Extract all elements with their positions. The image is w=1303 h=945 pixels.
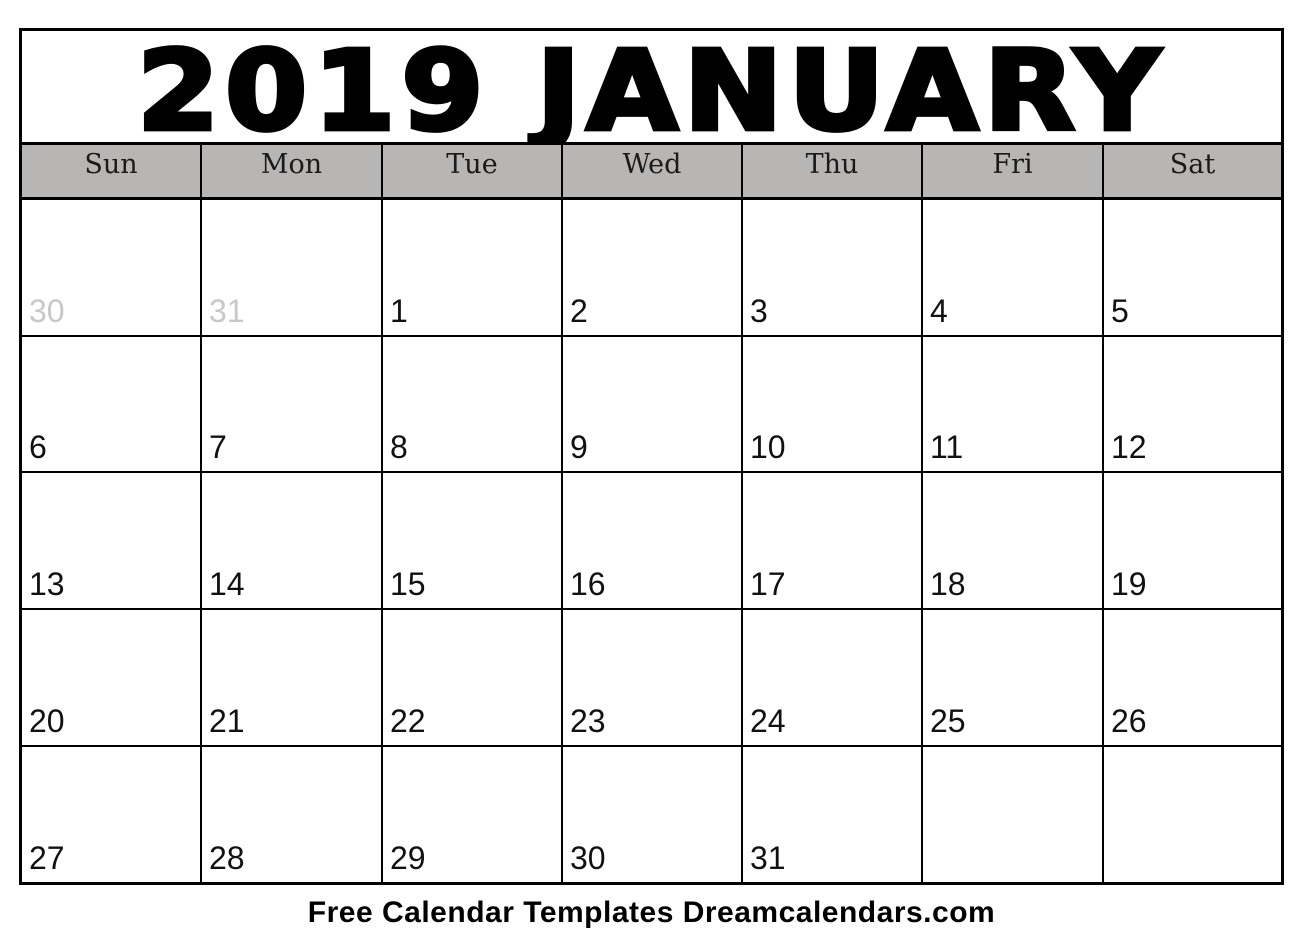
day-number: 23 [570, 703, 606, 739]
day-cell: 29 [383, 747, 563, 882]
day-number: 1 [390, 293, 408, 329]
day-number: 21 [209, 703, 245, 739]
day-cell: 5 [1104, 200, 1281, 337]
day-cell: 30 [22, 200, 202, 337]
day-cell: 15 [383, 473, 563, 610]
day-cell: 19 [1104, 473, 1281, 610]
day-number: 9 [570, 429, 588, 465]
day-number: 15 [390, 566, 426, 602]
day-cell: 30 [563, 747, 743, 882]
calendar-title: 2019 JANUARY [22, 26, 1281, 155]
day-number: 19 [1111, 566, 1147, 602]
day-number: 22 [390, 703, 426, 739]
day-number: 27 [29, 840, 65, 876]
weekday-sun: Sun [22, 145, 202, 197]
day-cell: 28 [202, 747, 383, 882]
weekday-thu: Thu [743, 145, 923, 197]
day-cell: 24 [743, 610, 923, 747]
day-number: 7 [209, 429, 227, 465]
day-number: 11 [930, 429, 964, 465]
day-cell: 31 [202, 200, 383, 337]
day-number: 6 [29, 429, 47, 465]
day-number: 12 [1111, 429, 1147, 465]
day-cell: 21 [202, 610, 383, 747]
weekday-sat: Sat [1169, 149, 1216, 180]
calendar-frame: 2019 JANUARY Sun Mon Tue Wed Thu Fri Sat 30 31 1… [19, 28, 1284, 885]
day-number: 8 [390, 429, 408, 465]
footer-credit: Free Calendar Templates Dreamcalendars.c… [307, 896, 996, 929]
day-number: 31 [750, 840, 786, 876]
weekday-wed: Wed [563, 145, 743, 197]
weekday-header: Sun Mon Tue Wed Thu Fri Sat [22, 142, 1281, 200]
outside-month-day-number: 30 [29, 293, 65, 329]
day-number: 16 [570, 566, 606, 602]
day-cell: 11 [923, 337, 1104, 473]
day-cell: 6 [22, 337, 202, 473]
day-cell: 17 [743, 473, 923, 610]
day-grid: 30 31 1 2 3 4 5 6 7 8 9 10 11 12 13 14 15 16 17 18 19 20 21 22 2… [22, 200, 1281, 882]
day-cell: 7 [202, 337, 383, 473]
day-number: 24 [750, 703, 786, 739]
day-cell: 31 [743, 747, 923, 882]
day-cell: 10 [743, 337, 923, 473]
day-number: 28 [209, 840, 245, 876]
outside-month-day-number: 31 [209, 293, 245, 329]
day-cell: 8 [383, 337, 563, 473]
day-cell: 3 [743, 200, 923, 337]
day-cell: 2 [563, 200, 743, 337]
day-number: 3 [750, 293, 768, 329]
day-number: 25 [930, 703, 966, 739]
day-cell: 9 [563, 337, 743, 473]
empty-day-cell [1104, 747, 1281, 882]
day-cell: 26 [1104, 610, 1281, 747]
day-cell: 25 [923, 610, 1104, 747]
day-number: 2 [570, 293, 588, 329]
day-number: 4 [930, 293, 948, 329]
weekday-mon: Mon [202, 145, 383, 197]
day-number: 20 [29, 703, 65, 739]
weekday-tue: Tue [383, 145, 563, 197]
day-cell: 22 [383, 610, 563, 747]
day-cell: 20 [22, 610, 202, 747]
day-number: 18 [930, 566, 966, 602]
day-cell: 23 [563, 610, 743, 747]
weekday-fri: Fri [923, 145, 1104, 197]
day-number: 14 [209, 566, 245, 602]
day-number: 10 [750, 429, 786, 465]
day-cell: 1 [383, 200, 563, 337]
day-number: 17 [750, 566, 786, 602]
day-cell: 18 [923, 473, 1104, 610]
day-number: 29 [390, 840, 426, 876]
day-number: 5 [1111, 293, 1129, 329]
calendar-title-text: 2019 JANUARY [135, 26, 1166, 155]
day-cell: 14 [202, 473, 383, 610]
day-cell: 13 [22, 473, 202, 610]
empty-day-cell [923, 747, 1104, 882]
day-number: 26 [1111, 703, 1147, 739]
day-cell: 4 [923, 200, 1104, 337]
day-number: 30 [570, 840, 606, 876]
day-cell: 16 [563, 473, 743, 610]
day-cell: 27 [22, 747, 202, 882]
day-number: 13 [29, 566, 65, 602]
day-cell: 12 [1104, 337, 1281, 473]
